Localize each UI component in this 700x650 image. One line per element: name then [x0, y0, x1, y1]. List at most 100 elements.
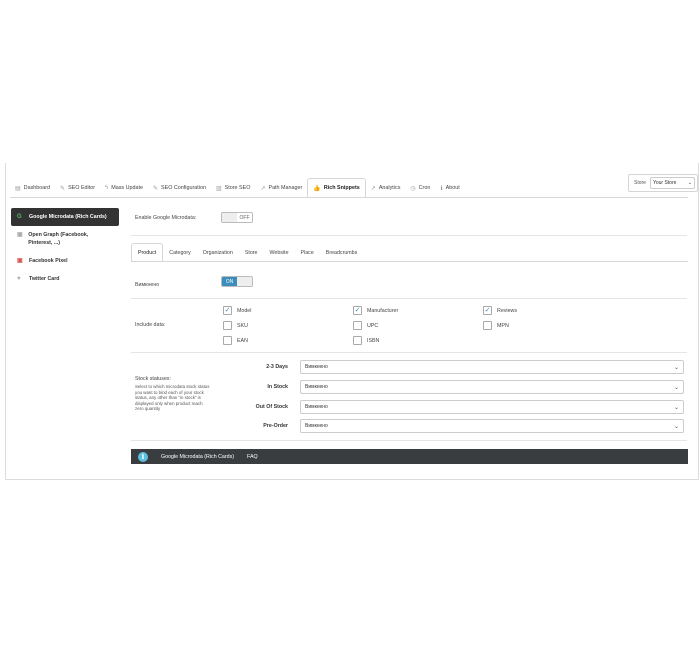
- stock-row-label: Pre-Order: [263, 423, 288, 429]
- tab-label: Dashboard: [23, 185, 51, 191]
- sidebar-item-facebook-pixel[interactable]: ▣ Facebook Pixel: [11, 252, 119, 270]
- include-mpn-checkbox[interactable]: MPN: [483, 321, 509, 330]
- sidebar-item-open-graph[interactable]: ▣ Open Graph (Facebook, Pinterest, ...): [11, 226, 119, 252]
- tab-label: Mass Update: [111, 185, 143, 191]
- stock-select-out-of-stock[interactable]: Вимкнено ⌄: [300, 400, 684, 414]
- subtabs-divider: [131, 261, 688, 262]
- checkbox-empty-icon: [223, 321, 232, 330]
- stock-row-label: Out Of Stock: [255, 404, 288, 410]
- twitter-icon: ♥: [17, 276, 21, 282]
- store-icon: ▥: [215, 185, 222, 192]
- include-model-checkbox[interactable]: ✓ Model: [223, 306, 251, 315]
- checkbox-checked-icon: ✓: [483, 306, 492, 315]
- thumbs-up-icon: 👍: [313, 185, 321, 192]
- checkbox-empty-icon: [223, 336, 232, 345]
- enable-microdata-label: Enable Google Microdata:: [135, 215, 197, 221]
- toggle-on-half: [222, 213, 237, 222]
- microdata-subtabs: Product Category Organization Store Webs…: [131, 243, 363, 262]
- tab-dashboard[interactable]: ▤ Dashboard: [10, 178, 55, 198]
- facebook-icon: ▣: [17, 232, 23, 238]
- tab-mass-update[interactable]: ϟ Mass Update: [100, 178, 148, 198]
- checkbox-label: Model: [237, 307, 252, 314]
- tab-label: About: [445, 185, 460, 191]
- main-tabs: ▤ Dashboard ✎ SEO Editor ϟ Mass Update ✎ SEO…: [10, 178, 465, 198]
- tab-seo-configuration[interactable]: ✎ SEO Configuration: [148, 178, 211, 198]
- subtab-breadcrumbs[interactable]: Breadcrumbs: [320, 243, 364, 262]
- section-divider: [131, 298, 687, 299]
- include-ean-checkbox[interactable]: EAN: [223, 336, 248, 345]
- pixel-icon: ▣: [17, 258, 23, 264]
- subtab-place[interactable]: Place: [295, 243, 320, 262]
- subtab-product[interactable]: Product: [131, 243, 164, 262]
- tab-analytics[interactable]: ↗ Analytics: [366, 178, 406, 198]
- select-value: Вимкнено: [305, 384, 328, 390]
- store-selected-value: Your Store: [652, 180, 677, 186]
- stock-select-in-stock[interactable]: Вимкнено ⌄: [300, 380, 684, 394]
- tab-label: SEO Configuration: [161, 185, 206, 191]
- checkbox-label: UPC: [367, 322, 379, 329]
- include-data-label: Include data:: [135, 322, 166, 328]
- enable-microdata-toggle[interactable]: OFF: [221, 212, 253, 223]
- chevron-down-icon: ⌄: [687, 180, 692, 186]
- include-upc-checkbox[interactable]: UPC: [353, 321, 378, 330]
- sidebar-item-twitter-card[interactable]: ♥ Twitter Card: [11, 270, 119, 288]
- subtab-category[interactable]: Category: [163, 243, 197, 262]
- sidebar-item-google-microdata[interactable]: G Google Microdata (Rich Cards): [11, 208, 119, 226]
- stock-row-label: In Stock: [267, 384, 288, 390]
- tab-cron[interactable]: ◷ Cron: [405, 178, 435, 198]
- stock-statuses-title: Stock statuses:: [135, 376, 171, 382]
- footer-link-microdata[interactable]: Google Microdata (Rich Cards): [161, 454, 234, 460]
- enabled-row-label: Вимкнено: [135, 282, 160, 288]
- stock-statuses-description-block: Stock statuses: Select to which microdat…: [135, 376, 210, 411]
- subtab-organization[interactable]: Organization: [197, 243, 239, 262]
- tab-label: Analytics: [378, 185, 401, 191]
- checkbox-checked-icon: ✓: [353, 306, 362, 315]
- tab-label: Rich Snippets: [323, 185, 360, 191]
- subtab-website[interactable]: Website: [263, 243, 294, 262]
- google-icon: G: [17, 214, 22, 220]
- toggle-on-half: ON: [222, 277, 237, 286]
- chevron-down-icon: ⌄: [673, 384, 679, 391]
- tab-seo-editor[interactable]: ✎ SEO Editor: [55, 178, 100, 198]
- tabs-divider: [10, 197, 688, 198]
- chevron-down-icon: ⌄: [673, 423, 679, 430]
- tab-label: Store SEO: [224, 185, 251, 191]
- tab-label: Path Manager: [268, 185, 303, 191]
- sidebar-item-label: Open Graph (Facebook, Pinterest, ...): [28, 232, 89, 246]
- checkbox-empty-icon: [353, 336, 362, 345]
- tab-store-seo[interactable]: ▥ Store SEO: [211, 178, 255, 198]
- select-value: Вимкнено: [305, 364, 328, 370]
- subtab-store[interactable]: Store: [239, 243, 264, 262]
- select-value: Вимкнено: [305, 404, 328, 410]
- footer-link-faq[interactable]: FAQ: [247, 454, 258, 460]
- checkbox-label: MPN: [497, 322, 509, 329]
- store-label: Store: [634, 180, 646, 186]
- checkbox-label: ISBN: [367, 337, 380, 344]
- sidebar-item-label: Google Microdata (Rich Cards): [29, 214, 107, 220]
- tab-rich-snippets[interactable]: 👍 Rich Snippets: [307, 178, 366, 198]
- chevron-down-icon: ⌄: [673, 404, 679, 411]
- store-select[interactable]: Your Store ⌄: [649, 177, 695, 189]
- stock-select-2-3-days[interactable]: Вимкнено ⌄: [300, 360, 684, 374]
- chevron-down-icon: ⌄: [673, 364, 679, 371]
- include-manufacturer-checkbox[interactable]: ✓ Manufacturer: [353, 306, 398, 315]
- wrench-icon: ✎: [153, 185, 159, 192]
- tab-path-manager[interactable]: ↗ Path Manager: [255, 178, 307, 198]
- include-reviews-checkbox[interactable]: ✓ Reviews: [483, 306, 517, 315]
- sidebar: G Google Microdata (Rich Cards) ▣ Open Gra…: [11, 208, 119, 288]
- toggle-off-half: [237, 277, 252, 286]
- path-icon: ↗: [260, 185, 266, 192]
- section-divider: [131, 235, 687, 236]
- clock-icon: ◷: [410, 185, 416, 192]
- product-enabled-toggle[interactable]: ON: [221, 276, 253, 287]
- include-isbn-checkbox[interactable]: ISBN: [353, 336, 379, 345]
- tab-about[interactable]: ℹ About: [435, 178, 464, 198]
- section-divider: [131, 440, 687, 441]
- stock-select-pre-order[interactable]: Вимкнено ⌄: [300, 419, 684, 433]
- dashboard-icon: ▤: [15, 185, 21, 192]
- bolt-icon: ϟ: [105, 185, 109, 191]
- info-icon: ℹ: [440, 185, 443, 192]
- stock-row-label: 2-3 Days: [266, 364, 288, 370]
- edit-icon: ✎: [60, 185, 66, 192]
- include-sku-checkbox[interactable]: SKU: [223, 321, 248, 330]
